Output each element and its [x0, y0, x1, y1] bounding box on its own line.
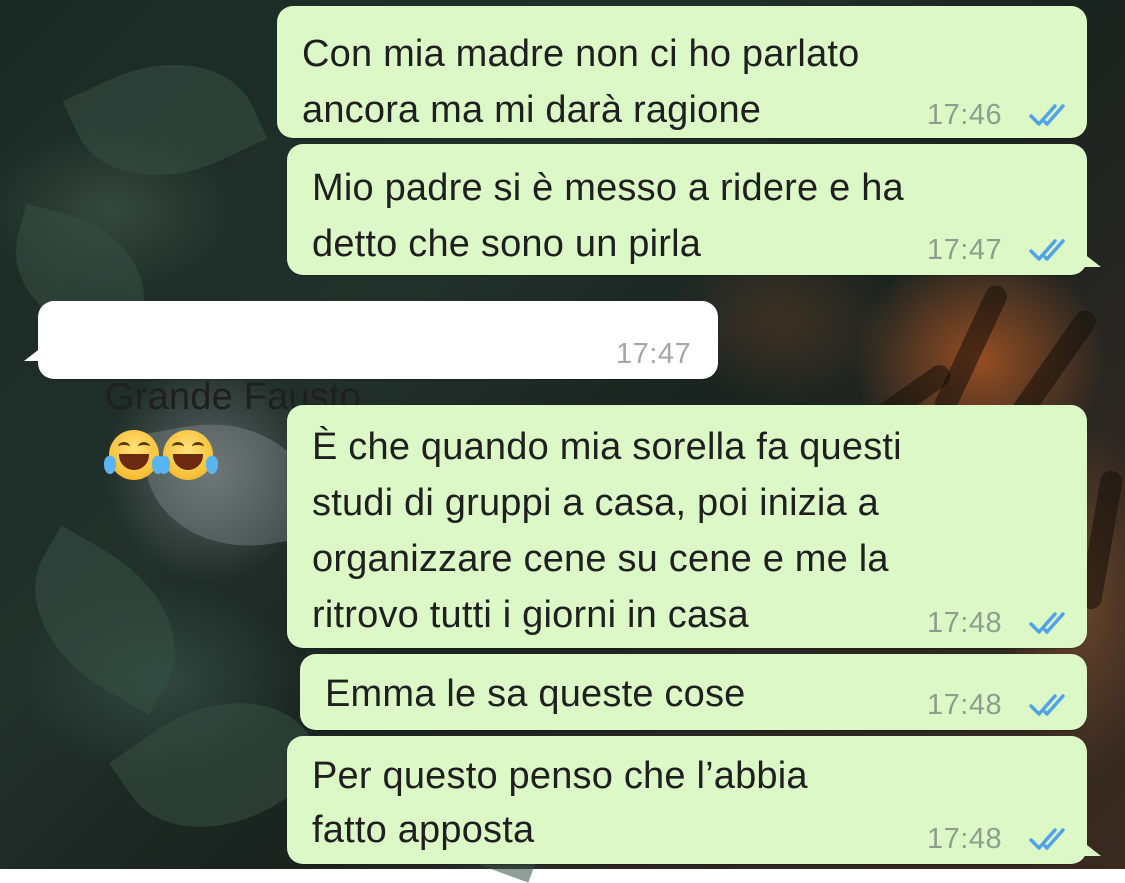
face-with-tears-of-joy-emoji [104, 429, 165, 480]
outgoing-message[interactable]: Con mia madre non ci ho parlato ancora m… [277, 6, 1087, 138]
message-timestamp: 17:47 [616, 338, 692, 370]
bubble-tail [24, 347, 42, 361]
message-timestamp: 17:48 [927, 823, 1003, 855]
bubble-tail [1083, 842, 1101, 856]
message-line: detto che sono un pirla [312, 223, 702, 265]
bubble-tail [1083, 253, 1101, 267]
wallpaper-leaf [1, 525, 209, 715]
message-line: studi di gruppi a casa, poi inizia a [312, 482, 879, 524]
double-check-icon [1029, 828, 1065, 850]
message-line: Emma le sa queste cose [325, 673, 746, 715]
outgoing-message[interactable]: Emma le sa queste cose 17:48 [300, 654, 1087, 730]
message-timestamp: 17:47 [927, 234, 1003, 266]
wallpaper-leaf [62, 29, 268, 211]
outgoing-message[interactable]: Per questo penso che l’abbia fatto appos… [287, 736, 1101, 864]
wallpaper-fur-stripe [931, 281, 1011, 419]
message-line: organizzare cene su cene e me la [312, 538, 889, 580]
double-check-icon [1029, 694, 1065, 716]
message-line: Mio padre si è messo a ridere e ha [312, 167, 904, 209]
double-check-icon [1029, 612, 1065, 634]
message-timestamp: 17:46 [927, 99, 1003, 131]
outgoing-message[interactable]: Mio padre si è messo a ridere e ha detto… [287, 144, 1101, 275]
double-check-icon [1029, 104, 1065, 126]
double-check-icon [1029, 239, 1065, 261]
message-line: ritrovo tutti i giorni in casa [312, 594, 749, 636]
message-line: Per questo penso che l’abbia [312, 755, 808, 797]
message-timestamp: 17:48 [927, 607, 1003, 639]
message-line: ancora ma mi darà ragione [302, 89, 762, 131]
outgoing-message[interactable]: È che quando mia sorella fa questi studi… [287, 405, 1087, 648]
message-timestamp: 17:48 [927, 689, 1003, 721]
incoming-message[interactable]: Grande Fausto 17:47 [24, 301, 718, 480]
message-line: fatto apposta [312, 809, 535, 851]
face-with-tears-of-joy-emoji [158, 429, 219, 480]
message-line: È che quando mia sorella fa questi [312, 426, 902, 468]
message-line: Con mia madre non ci ho parlato [302, 33, 860, 75]
